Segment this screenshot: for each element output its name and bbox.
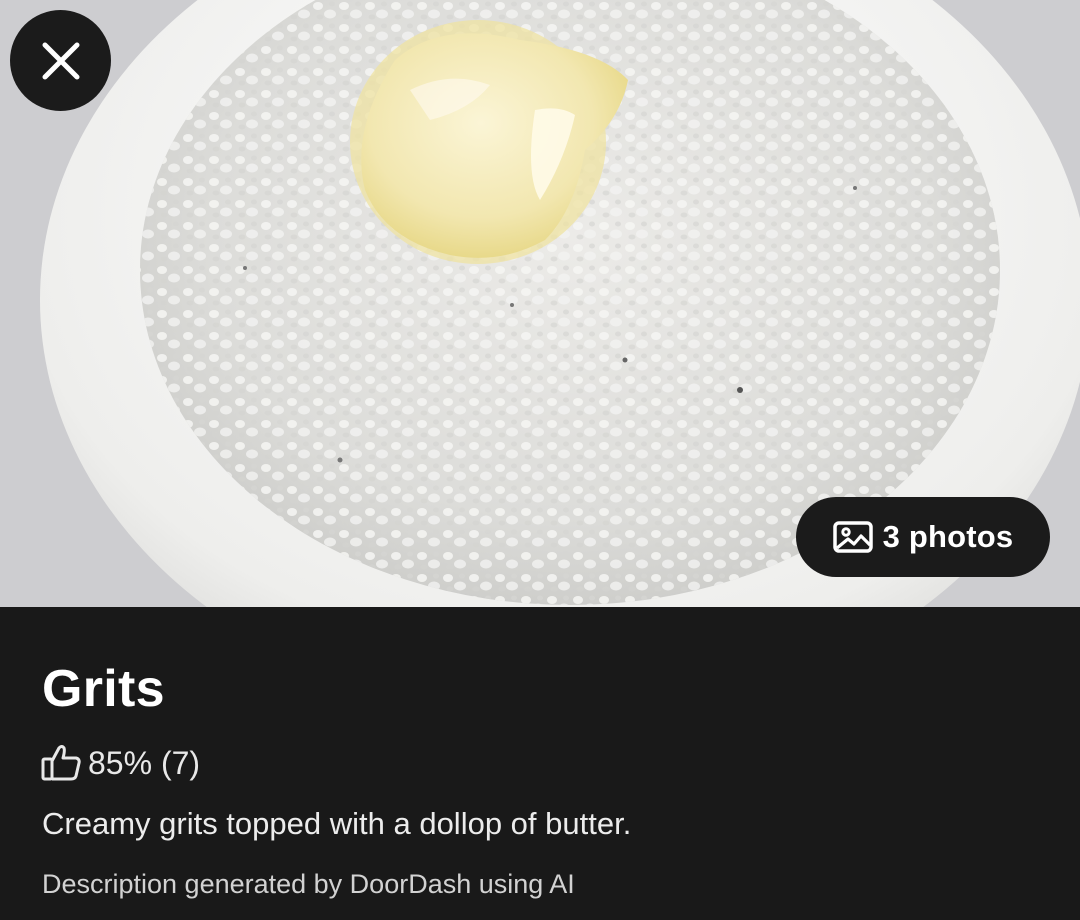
photos-count-label: 3 photos bbox=[882, 519, 1014, 554]
item-detail-screen: 3 photos Grits 85% (7) Creamy grits topp… bbox=[0, 0, 1080, 920]
photos-button[interactable]: 3 photos bbox=[796, 497, 1050, 577]
close-icon bbox=[42, 42, 79, 79]
item-title: Grits bbox=[42, 660, 165, 718]
close-button[interactable] bbox=[10, 10, 111, 111]
item-photo[interactable]: 3 photos bbox=[0, 0, 1080, 607]
image-icon bbox=[832, 521, 873, 553]
item-rating: 85% (7) bbox=[40, 742, 200, 784]
rating-text: 85% (7) bbox=[88, 744, 201, 781]
thumbs-up-icon bbox=[41, 745, 81, 781]
ai-description-note: Description generated by DoorDash using … bbox=[42, 869, 575, 899]
item-description: Creamy grits topped with a dollop of but… bbox=[42, 806, 632, 841]
item-info-panel: Grits 85% (7) Creamy grits topped with a… bbox=[0, 607, 1080, 920]
